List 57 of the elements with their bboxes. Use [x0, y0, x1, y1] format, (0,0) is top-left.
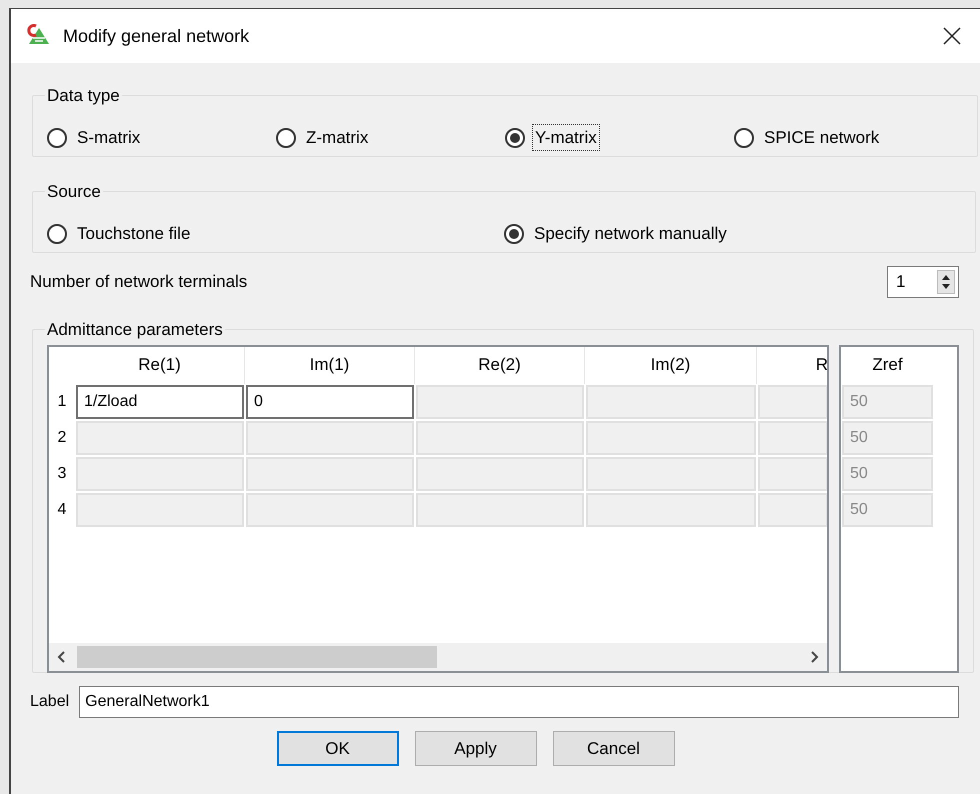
table-cell[interactable]	[416, 420, 584, 454]
table-cell[interactable]: 1/Zload	[76, 384, 244, 418]
group-label: Admittance parameters	[46, 319, 224, 341]
column-header: Re(2)	[415, 346, 585, 384]
dialog-button[interactable]: OK	[276, 731, 398, 766]
column-header: Zref	[871, 354, 904, 376]
field-label: Number of network terminals	[30, 271, 248, 294]
group-label: Data type	[46, 85, 121, 107]
table-cell[interactable]	[76, 420, 244, 454]
radio-button[interactable]	[505, 128, 525, 148]
terminal-count-spinbox[interactable]: 1	[887, 266, 959, 298]
table-cell[interactable]: 0	[246, 384, 414, 418]
table-cell[interactable]	[586, 420, 756, 454]
radio-label: Y-matrix	[533, 124, 599, 150]
table-cell[interactable]	[586, 492, 756, 526]
label-input[interactable]: GeneralNetwork1	[79, 686, 959, 718]
field-label: Label	[30, 692, 70, 712]
radio-button[interactable]	[47, 128, 67, 148]
window-title: Modify general network	[63, 24, 250, 48]
row-header: 4	[56, 500, 68, 520]
radio-label: SPICE network	[763, 126, 880, 149]
radio-label: S-matrix	[76, 126, 142, 149]
table-cell[interactable]	[246, 420, 414, 454]
radio-label: Touchstone file	[76, 222, 192, 245]
radio-label: Z-matrix	[305, 126, 370, 149]
radio-button[interactable]	[47, 224, 67, 244]
column-header: Im(1)	[245, 346, 415, 384]
radio-button[interactable]	[504, 224, 524, 244]
group-label: Source	[46, 181, 102, 203]
dialog-button[interactable]: Cancel	[552, 731, 674, 766]
column-header: Im(2)	[585, 346, 757, 384]
column-header: R	[757, 346, 827, 384]
row-header: 3	[56, 464, 68, 484]
dialog-button[interactable]: Apply	[414, 731, 536, 766]
radio-button[interactable]	[734, 128, 754, 148]
scrollbar-thumb[interactable]	[77, 646, 437, 668]
horizontal-scrollbar[interactable]	[49, 642, 827, 670]
table-cell[interactable]	[246, 456, 414, 490]
table-cell[interactable]	[416, 456, 584, 490]
radio-label: Specify network manually	[533, 222, 728, 245]
table-cell[interactable]	[246, 492, 414, 526]
spin-arrows-icon	[937, 270, 955, 294]
table-cell[interactable]	[758, 420, 827, 454]
row-header: 2	[56, 428, 68, 448]
table-cell[interactable]	[758, 456, 827, 490]
table-cell[interactable]	[416, 492, 584, 526]
column-header: Re(1)	[75, 346, 245, 384]
table-cell[interactable]	[76, 492, 244, 526]
row-header: 1	[56, 392, 68, 412]
table-cell[interactable]	[586, 456, 756, 490]
table-cell[interactable]	[758, 492, 827, 526]
table-cell[interactable]	[586, 384, 756, 418]
close-icon	[942, 26, 962, 46]
radio-button[interactable]	[276, 128, 296, 148]
table-cell[interactable]	[76, 456, 244, 490]
table-cell[interactable]	[416, 384, 584, 418]
table-cell[interactable]	[758, 384, 827, 418]
